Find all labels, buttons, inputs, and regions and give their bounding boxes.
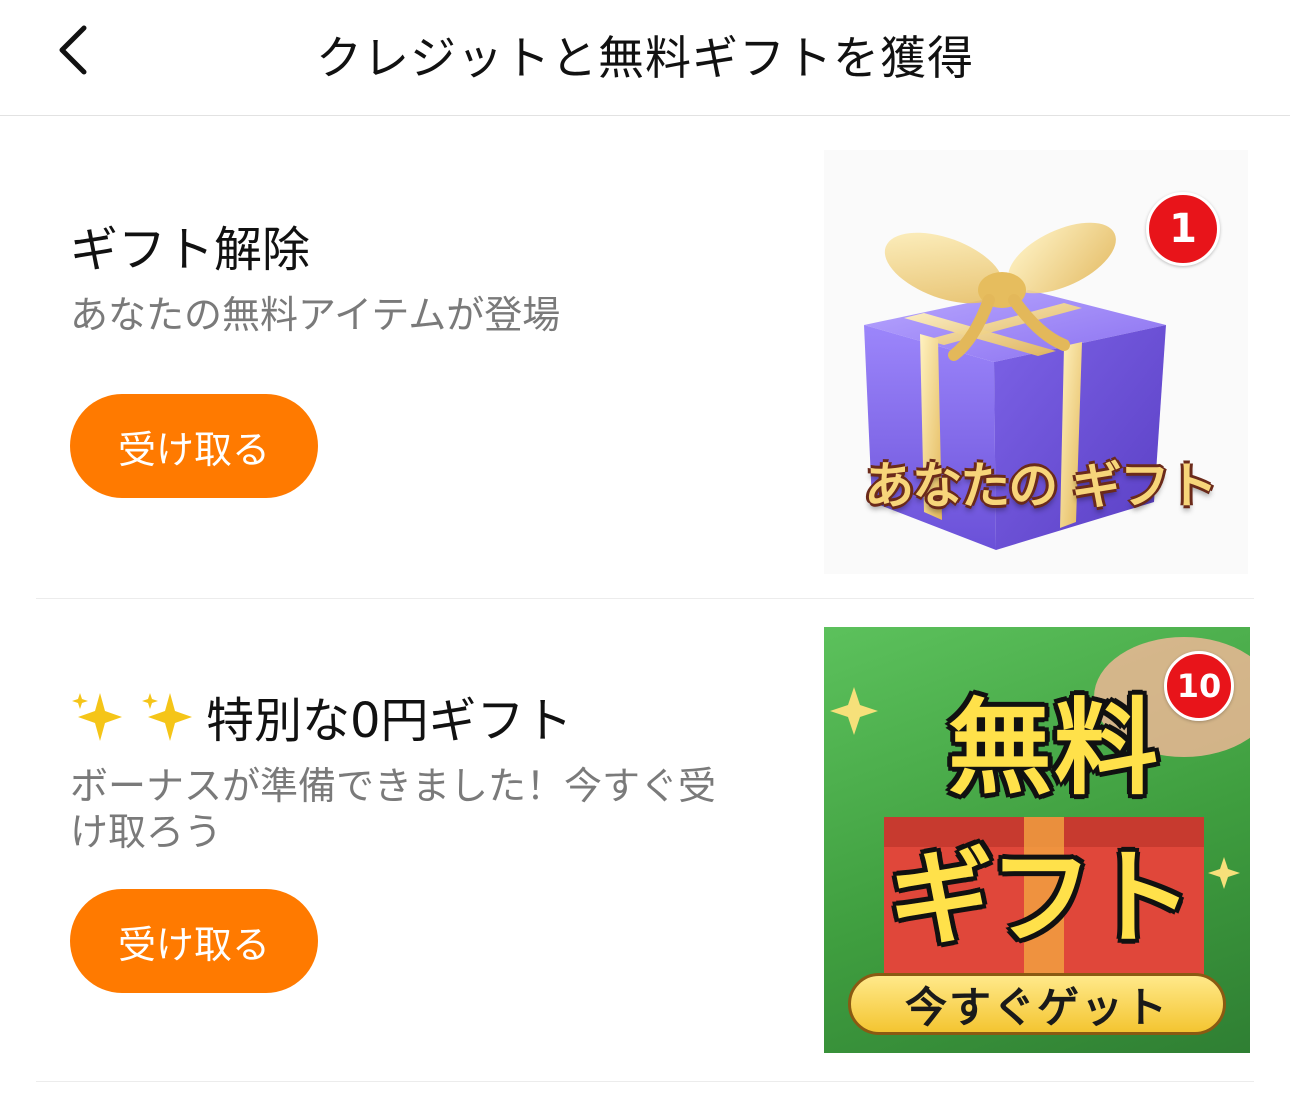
sparkles-icon	[70, 691, 200, 755]
notification-badge: 10	[1164, 651, 1234, 721]
special-gift-card: 特別な0円ギフト ボーナスが準備できました！今すぐ受け取ろう 受け取る 無料 ギ…	[36, 599, 1254, 1082]
card-title-row: 特別な0円ギフト	[70, 681, 573, 755]
claim-button[interactable]: 受け取る	[70, 394, 318, 498]
card-title: ギフト解除	[70, 222, 311, 278]
free-gift-banner[interactable]: 無料 ギフト 今すぐゲット 10	[824, 627, 1250, 1053]
get-now-label: 今すぐゲット	[904, 982, 1169, 1032]
card-description: あなたの無料アイテムが登場	[70, 293, 561, 337]
claim-button[interactable]: 受け取る	[70, 889, 318, 993]
get-now-pill: 今すぐゲット	[848, 973, 1226, 1035]
card-description: ボーナスが準備できました！今すぐ受け取ろう	[70, 764, 717, 854]
gift-unlock-card: ギフト解除 あなたの無料アイテムが登場 受け取る あなたの ギフト 1	[36, 116, 1254, 599]
page-title: クレジットと無料ギフトを獲得	[316, 31, 974, 85]
banner-headline-line1: 無料	[947, 687, 1160, 809]
top-bar: クレジットと無料ギフトを獲得	[0, 0, 1290, 116]
banner-headline-line2: ギフト	[888, 837, 1193, 959]
card-title: 特別な0円ギフト	[206, 693, 573, 749]
notification-badge: 1	[1146, 192, 1220, 266]
gift-box-image[interactable]: あなたの ギフト 1	[824, 150, 1248, 574]
gift-overlay-text: あなたの ギフト	[864, 457, 1217, 515]
